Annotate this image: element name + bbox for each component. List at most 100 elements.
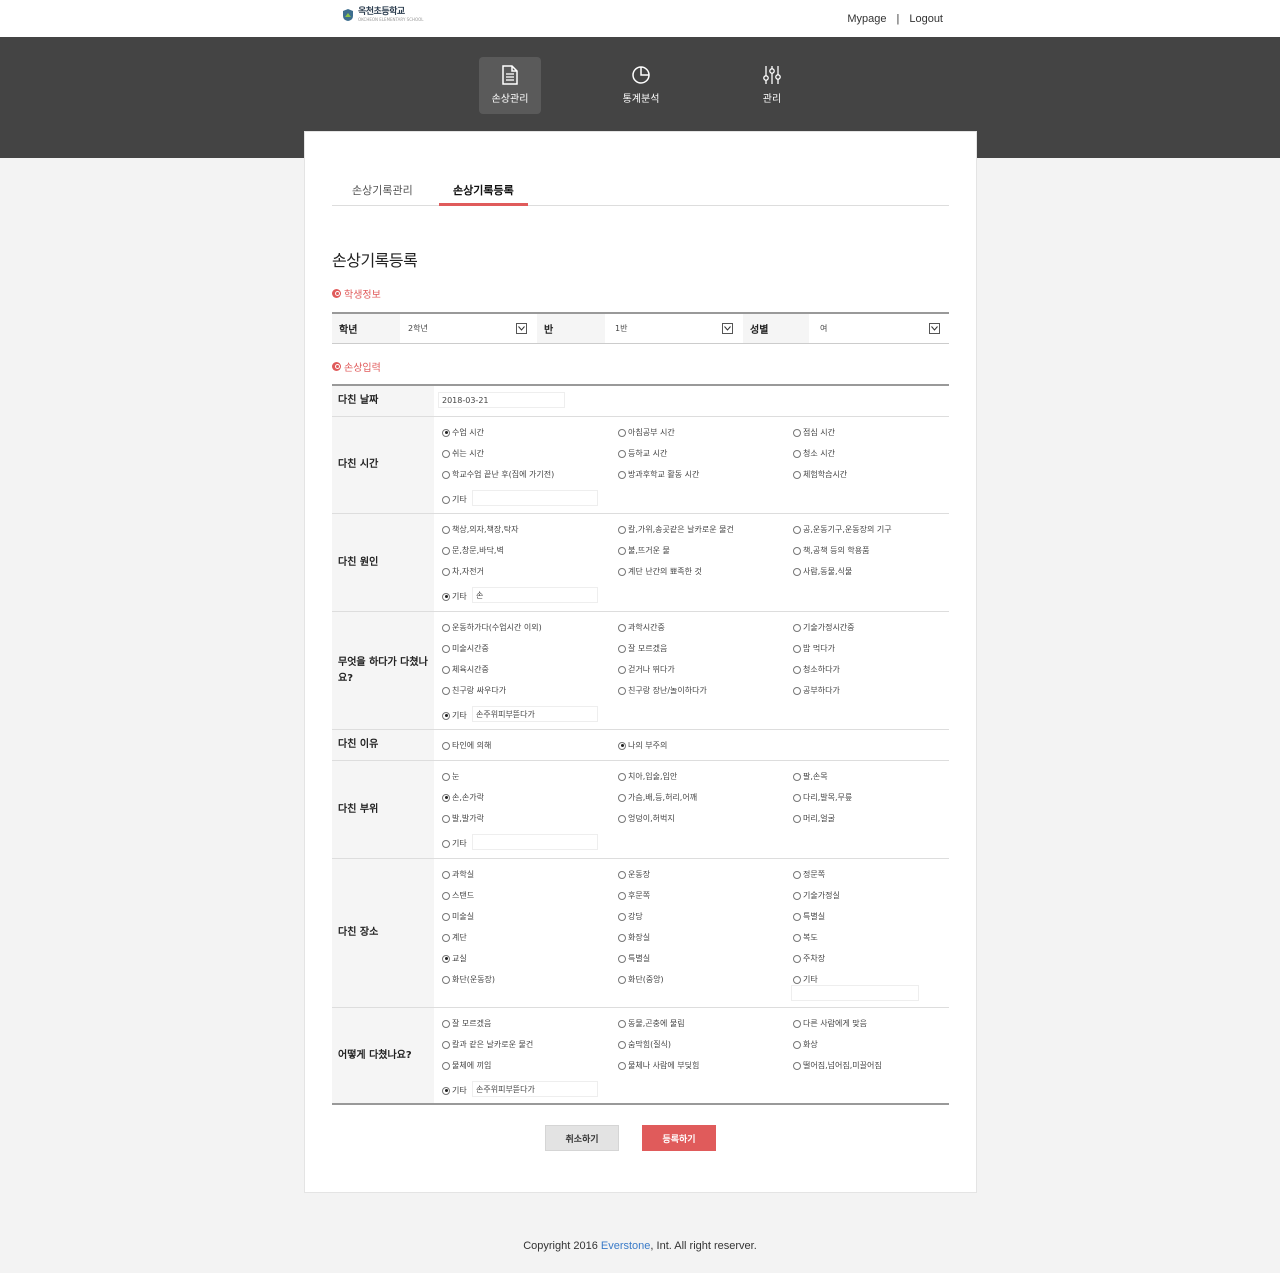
radio-option[interactable]: 손,손가락 <box>442 792 484 803</box>
radio-option[interactable]: 미술실 <box>442 911 474 922</box>
radio[interactable] <box>618 1061 626 1070</box>
radio-option[interactable]: 화단(중앙) <box>618 974 664 985</box>
radio[interactable] <box>793 449 801 458</box>
radio-option[interactable]: 체육시간중 <box>442 664 489 675</box>
radio-option[interactable]: 걷거나 뛰다가 <box>618 664 675 675</box>
place-other-input[interactable] <box>791 985 919 1001</box>
radio-option[interactable]: 물체나 사람에 부딪힘 <box>618 1060 699 1071</box>
logout-link[interactable]: Logout <box>909 13 943 25</box>
radio[interactable] <box>618 686 626 695</box>
radio-option[interactable]: 강당 <box>618 911 643 922</box>
radio[interactable] <box>793 686 801 695</box>
mypage-link[interactable]: Mypage <box>847 13 886 25</box>
radio[interactable] <box>793 891 801 900</box>
radio[interactable] <box>618 891 626 900</box>
radio-option[interactable]: 다리,발목,무릎 <box>793 792 852 803</box>
radio-option[interactable]: 칼과 같은 날카로운 물건 <box>442 1039 533 1050</box>
radio-option[interactable]: 과학시간중 <box>618 622 665 633</box>
radio[interactable] <box>618 665 626 674</box>
radio-option[interactable]: 동물,곤충에 물림 <box>618 1018 685 1029</box>
radio-option[interactable]: 엉덩이,허벅지 <box>618 813 675 824</box>
radio[interactable] <box>442 470 450 479</box>
radio-option[interactable]: 차,자전거 <box>442 566 484 577</box>
radio[interactable] <box>442 665 450 674</box>
radio[interactable] <box>618 814 626 823</box>
radio-option[interactable]: 숨막힘(질식) <box>618 1039 671 1050</box>
radio[interactable] <box>793 772 801 781</box>
radio[interactable] <box>618 912 626 921</box>
submit-button[interactable]: 등록하기 <box>642 1125 716 1151</box>
radio-option[interactable]: 운동하가다(수업시간 이외) <box>442 622 542 633</box>
radio-option[interactable]: 책,공책 등의 학용품 <box>793 545 870 556</box>
radio-option[interactable]: 치아,입술,입안 <box>618 771 677 782</box>
radio[interactable] <box>793 525 801 534</box>
radio[interactable] <box>618 546 626 555</box>
radio[interactable] <box>618 470 626 479</box>
radio[interactable] <box>618 772 626 781</box>
radio[interactable] <box>442 933 450 942</box>
radio-option[interactable]: 타인에 의해 <box>442 740 491 751</box>
radio-option[interactable]: 머리,얼굴 <box>793 813 835 824</box>
radio-option[interactable]: 미술시간중 <box>442 643 489 654</box>
radio-option[interactable]: 친구랑 싸우다가 <box>442 685 506 696</box>
radio-option[interactable]: 수업 시간 <box>442 427 484 438</box>
radio[interactable] <box>442 870 450 879</box>
radio-checked[interactable] <box>442 793 450 802</box>
radio[interactable] <box>793 1061 801 1070</box>
radio[interactable] <box>442 1019 450 1028</box>
time-other-input[interactable] <box>472 490 598 506</box>
radio-checked[interactable] <box>442 428 450 437</box>
radio-checked[interactable] <box>442 592 450 601</box>
radio-checked[interactable] <box>442 1086 450 1095</box>
radio-option-other[interactable]: 기타 <box>442 494 467 505</box>
nav-item-injury-management[interactable]: 손상관리 <box>479 57 541 114</box>
radio[interactable] <box>793 567 801 576</box>
radio-option-other[interactable]: 기타 <box>442 1085 467 1096</box>
radio-option[interactable]: 잘 모르겠음 <box>618 643 667 654</box>
radio[interactable] <box>618 449 626 458</box>
radio-option[interactable]: 화상 <box>793 1039 818 1050</box>
radio-option[interactable]: 쉬는 시간 <box>442 448 484 459</box>
radio-option-other[interactable]: 기타 <box>442 591 467 602</box>
radio-option-other[interactable]: 기타 <box>442 838 467 849</box>
radio[interactable] <box>442 839 450 848</box>
radio-option[interactable]: 팔,손목 <box>793 771 828 782</box>
radio[interactable] <box>793 954 801 963</box>
radio-option[interactable]: 체험학습시간 <box>793 469 847 480</box>
tab-injury-list[interactable]: 손상기록관리 <box>352 182 413 198</box>
radio[interactable] <box>442 741 450 750</box>
radio[interactable] <box>442 525 450 534</box>
radio-option[interactable]: 공부하다가 <box>793 685 840 696</box>
radio-option[interactable]: 계단 난간의 뾰족한 것 <box>618 566 702 577</box>
how-other-input[interactable]: 손주위피부뜯다가 <box>472 1081 598 1097</box>
school-logo[interactable]: 옥천초등학교 OKCHEON ELEMENTARY SCHOOL <box>341 8 424 22</box>
radio-option[interactable]: 불,뜨거운 물 <box>618 545 670 556</box>
cause-other-input[interactable]: 손 <box>472 587 598 603</box>
radio-option[interactable]: 떨어짐,넘어짐,미끌어짐 <box>793 1060 882 1071</box>
radio[interactable] <box>442 567 450 576</box>
radio[interactable] <box>618 644 626 653</box>
radio-option[interactable]: 나의 부주의 <box>618 740 667 751</box>
radio-option[interactable]: 잘 모르겠음 <box>442 1018 491 1029</box>
radio[interactable] <box>793 870 801 879</box>
radio[interactable] <box>442 912 450 921</box>
radio[interactable] <box>618 1040 626 1049</box>
radio-option[interactable]: 후문쪽 <box>618 890 650 901</box>
date-input[interactable]: 2018-03-21 <box>438 392 565 408</box>
radio[interactable] <box>618 870 626 879</box>
radio[interactable] <box>793 470 801 479</box>
radio[interactable] <box>793 546 801 555</box>
radio[interactable] <box>618 793 626 802</box>
radio-option[interactable]: 문,창문,바닥,벽 <box>442 545 504 556</box>
radio[interactable] <box>442 772 450 781</box>
radio-option[interactable]: 청소 시간 <box>793 448 835 459</box>
radio[interactable] <box>793 665 801 674</box>
radio-option[interactable]: 청소하다가 <box>793 664 840 675</box>
radio[interactable] <box>793 623 801 632</box>
radio[interactable] <box>793 793 801 802</box>
radio[interactable] <box>793 912 801 921</box>
radio-option[interactable]: 기술가정실 <box>793 890 840 901</box>
radio-option[interactable]: 정문쪽 <box>793 869 825 880</box>
class-select[interactable]: 1반 <box>611 320 733 337</box>
radio-option[interactable]: 아침공부 시간 <box>618 427 675 438</box>
